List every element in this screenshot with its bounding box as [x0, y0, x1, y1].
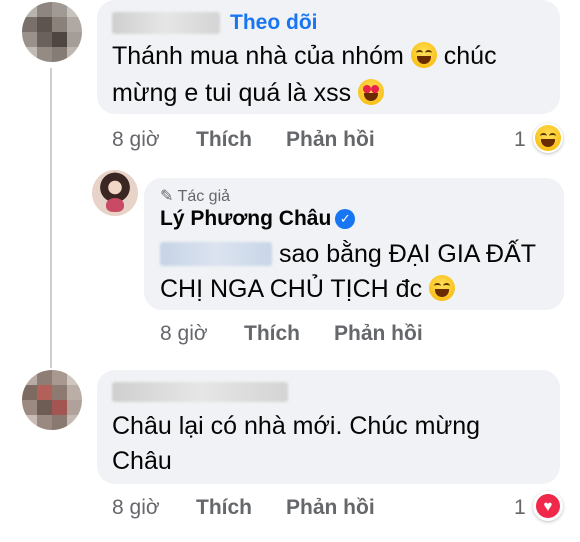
tagged-name-redacted[interactable]	[160, 242, 272, 266]
author-avatar[interactable]	[92, 170, 138, 216]
heart-eyes-emoji-icon	[358, 79, 385, 105]
reaction-badge[interactable]: ♥	[533, 491, 563, 521]
laughing-emoji-icon	[535, 125, 561, 151]
reply-actions: 8 giờ Thích Phản hồi	[160, 322, 560, 348]
comment-text: mừng e tui quá là xss	[112, 75, 385, 112]
commenter-name-redacted[interactable]	[112, 12, 220, 34]
heart-icon: ♥	[536, 494, 560, 518]
reply-text-line: CHỊ NGA CHỦ TỊCH đc	[160, 275, 423, 303]
comment-thread: Theo dõi Thánh mua nhà của nhóm chúc mừn…	[0, 0, 580, 542]
comment-timestamp[interactable]: 8 giờ	[112, 128, 160, 152]
reply-button[interactable]: Phản hồi	[286, 496, 375, 520]
comment-text-line: Thánh mua nhà của nhóm	[112, 42, 404, 70]
comment-text: Châu lại có nhà mới. Chúc mừng	[112, 412, 481, 440]
reply-button[interactable]: Phản hồi	[334, 322, 423, 346]
commenter-name-redacted[interactable]	[112, 382, 288, 402]
author-badge: ✎ Tác giả	[160, 186, 230, 206]
author-badge-label: Tác giả	[177, 188, 231, 205]
author-name-label[interactable]: Lý Phương Châu	[160, 207, 331, 230]
author-name[interactable]: Lý Phương Châu ✓	[160, 207, 356, 231]
reply-timestamp[interactable]: 8 giờ	[160, 322, 208, 346]
comment-actions: 8 giờ Thích Phản hồi	[112, 496, 572, 522]
comment-text: Thánh mua nhà của nhóm chúc	[112, 38, 497, 75]
comment-actions: 8 giờ Thích Phản hồi	[112, 128, 572, 154]
rolling-laughing-emoji-icon	[429, 275, 456, 301]
like-button[interactable]: Thích	[196, 128, 252, 152]
pencil-icon: ✎	[160, 188, 174, 205]
reply-text-line: sao bằng ĐẠI GIA ĐẤT	[278, 240, 537, 268]
reply-button[interactable]: Phản hồi	[286, 128, 375, 152]
comment-timestamp[interactable]: 8 giờ	[112, 496, 160, 520]
laughing-emoji-icon	[410, 42, 437, 68]
comment-text: Châu	[112, 447, 172, 475]
commenter-avatar[interactable]	[22, 2, 82, 62]
reaction-count[interactable]: 1	[514, 128, 526, 152]
comment-text-line: chúc	[443, 42, 497, 70]
reaction-badge[interactable]	[533, 123, 563, 153]
reply-text: sao bằng ĐẠI GIA ĐẤT	[160, 236, 536, 273]
verified-badge-icon: ✓	[335, 209, 356, 229]
follow-button[interactable]: Theo dõi	[230, 11, 318, 35]
reply-text: CHỊ NGA CHỦ TỊCH đc	[160, 271, 456, 308]
commenter-avatar[interactable]	[22, 370, 82, 430]
thread-connector	[50, 68, 52, 368]
comment-text-line: mừng e tui quá là xss	[112, 79, 352, 107]
like-button[interactable]: Thích	[244, 322, 300, 346]
like-button[interactable]: Thích	[196, 496, 252, 520]
reaction-count[interactable]: 1	[514, 496, 526, 520]
